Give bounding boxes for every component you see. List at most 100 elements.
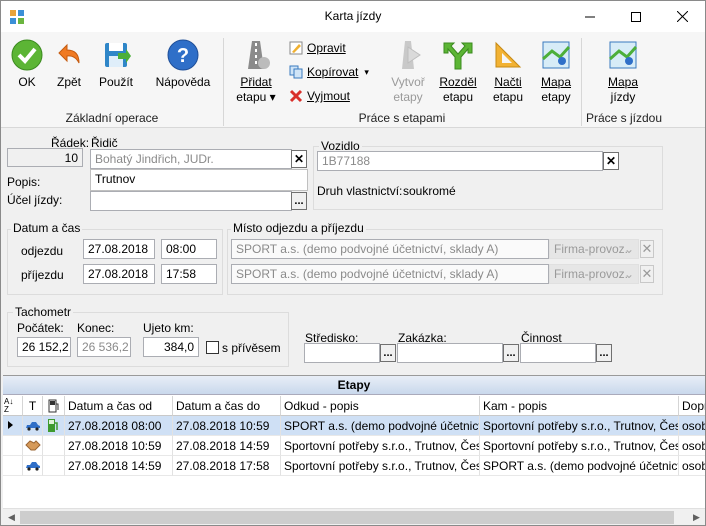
pencil-icon <box>289 41 303 55</box>
close-icon <box>676 11 688 22</box>
transport-cell: osobn <box>679 436 705 456</box>
sort-column-header[interactable]: A↓ Z <box>3 396 23 416</box>
type-cell <box>23 416 43 436</box>
clear-driver-button[interactable]: ✕ <box>291 150 307 168</box>
departure-place-field[interactable]: SPORT a.s. (demo podvojné účetnictví, sk… <box>231 239 549 259</box>
clear-icon: ✕ <box>605 154 617 168</box>
fuel-pump-icon <box>48 419 58 432</box>
map-icon <box>542 41 571 69</box>
center-browse-button[interactable]: ... <box>380 344 396 362</box>
ok-button[interactable]: OK <box>9 39 45 90</box>
tacho-end-label: Konec: <box>77 321 115 335</box>
arrival-time-field[interactable]: 17:58 <box>161 264 217 284</box>
ownership-value: soukromé <box>403 184 456 198</box>
clear-departure-place-button[interactable]: ✕ <box>640 240 654 258</box>
minimize-button[interactable] <box>567 1 613 32</box>
current-row-arrow-icon <box>8 421 13 429</box>
center-field[interactable] <box>304 343 380 363</box>
place-legend: Místo odjezdu a příjezdu <box>231 221 366 235</box>
clear-vehicle-button[interactable]: ✕ <box>603 152 619 170</box>
save-disk-icon <box>105 43 131 67</box>
order-browse-button[interactable]: ... <box>503 344 519 362</box>
fuel-cell <box>43 416 65 436</box>
departure-label: odjezdu <box>21 244 64 258</box>
driver-field[interactable]: Bohatý Jindřich, JUDr. <box>90 149 292 169</box>
ellipsis-icon: ... <box>383 347 393 359</box>
clear-icon: ✕ <box>641 241 653 256</box>
purpose-field[interactable] <box>90 191 292 211</box>
clear-arrival-place-button[interactable]: ✕ <box>640 265 654 283</box>
ellipsis-icon: ... <box>506 347 516 359</box>
column-header-fuel[interactable] <box>43 396 65 416</box>
row-indicator <box>3 436 23 456</box>
tacho-end-field[interactable]: 26 536,2 <box>77 337 131 357</box>
order-field[interactable] <box>397 343 503 363</box>
trip-map-button[interactable]: Mapa jízdy <box>601 39 645 105</box>
destination-cell: Sportovní potřeby s.r.o., Trutnov, Česká <box>480 436 679 456</box>
column-header-from[interactable]: Datum a čas od <box>65 396 173 416</box>
column-header-transport[interactable]: Dopr <box>679 396 705 416</box>
activity-field[interactable] <box>520 343 596 363</box>
destination-cell: Sportovní potřeby s.r.o., Trutnov, Česká <box>480 416 679 436</box>
activity-browse-button[interactable]: ... <box>596 344 612 362</box>
back-button[interactable]: Zpět <box>51 39 87 90</box>
chevron-down-icon: ⌄ <box>623 267 634 281</box>
column-header-type[interactable]: T <box>23 396 43 416</box>
fuel-cell <box>43 436 65 456</box>
ownership-label: Druh vlastnictví: <box>317 184 403 198</box>
scroll-right-icon[interactable]: ▶ <box>689 511 704 524</box>
split-arrows-icon <box>443 42 473 70</box>
stage-map-button[interactable]: Mapa etapy <box>535 39 577 105</box>
departure-date-field[interactable]: 27.08.2018 <box>83 239 155 259</box>
description-field[interactable]: Trutnov <box>90 169 308 191</box>
chevron-down-icon: ⌄ <box>623 242 634 256</box>
clear-icon: ✕ <box>293 152 305 166</box>
purpose-label: Účel jízdy: <box>7 193 63 207</box>
split-stage-button[interactable]: Rozděl etapu <box>437 39 479 105</box>
km-label: Ujeto km: <box>143 321 194 335</box>
arrival-place-type-select[interactable]: Firma-provoz. ⌄ <box>549 264 639 284</box>
stages-grid[interactable]: Etapy A↓ Z T Datum a čas od Datum a čas d… <box>3 375 705 525</box>
column-header-origin[interactable]: Odkud - popis <box>281 396 480 416</box>
trip-group-label: Práce s jízdou <box>585 111 663 125</box>
copy-button[interactable]: Kopírovat ▾ <box>289 62 369 82</box>
row-indicator <box>3 456 23 476</box>
departure-time-field[interactable]: 08:00 <box>161 239 217 259</box>
tacho-start-field[interactable]: 26 152,2 <box>17 337 71 357</box>
close-button[interactable] <box>659 1 705 32</box>
maximize-button[interactable] <box>613 1 659 32</box>
arrival-place-field[interactable]: SPORT a.s. (demo podvojné účetnictví, sk… <box>231 264 549 284</box>
clear-icon: ✕ <box>641 266 653 281</box>
title-bar: Karta jízdy <box>1 1 705 32</box>
apply-button[interactable]: Použít <box>95 39 137 90</box>
horizontal-scrollbar[interactable]: ◀ ▶ <box>3 508 705 525</box>
departure-place-type-select[interactable]: Firma-provoz. ⌄ <box>549 239 639 259</box>
delete-button[interactable]: Vyjmout <box>289 86 350 106</box>
edit-button[interactable]: Opravit <box>289 38 346 58</box>
map-icon <box>609 41 638 69</box>
trailer-checkbox[interactable] <box>206 341 219 354</box>
help-question-icon: ? <box>167 39 199 71</box>
from-cell: 27.08.2018 14:59 <box>65 456 173 476</box>
tachometer-legend: Tachometr <box>13 305 74 319</box>
load-stage-button[interactable]: Načti etapu <box>487 39 529 105</box>
km-field[interactable]: 384,0 <box>143 337 199 357</box>
purpose-browse-button[interactable]: ... <box>291 192 307 210</box>
row-indicator <box>3 416 23 436</box>
add-stage-button[interactable]: Přidat etapu ▾ <box>235 39 277 105</box>
scroll-left-icon[interactable]: ◀ <box>4 511 19 524</box>
grid-title: Etapy <box>3 376 705 395</box>
from-cell: 27.08.2018 10:59 <box>65 436 173 456</box>
delete-x-icon <box>289 89 303 103</box>
driver-label: Řidič <box>91 136 118 150</box>
column-header-destination[interactable]: Kam - popis <box>480 396 679 416</box>
row-number-field: 10 <box>7 148 83 167</box>
vehicle-field[interactable]: 1B77188 <box>317 151 603 171</box>
scrollbar-thumb[interactable] <box>20 511 674 524</box>
create-stages-button[interactable]: Vytvoř etapy <box>387 39 429 105</box>
help-button[interactable]: ? Nápověda <box>153 39 213 90</box>
origin-cell: Sportovní potřeby s.r.o., Trutnov, Česká <box>281 456 480 476</box>
column-header-to[interactable]: Datum a čas do <box>173 396 281 416</box>
minimize-icon <box>585 16 595 17</box>
arrival-date-field[interactable]: 27.08.2018 <box>83 264 155 284</box>
